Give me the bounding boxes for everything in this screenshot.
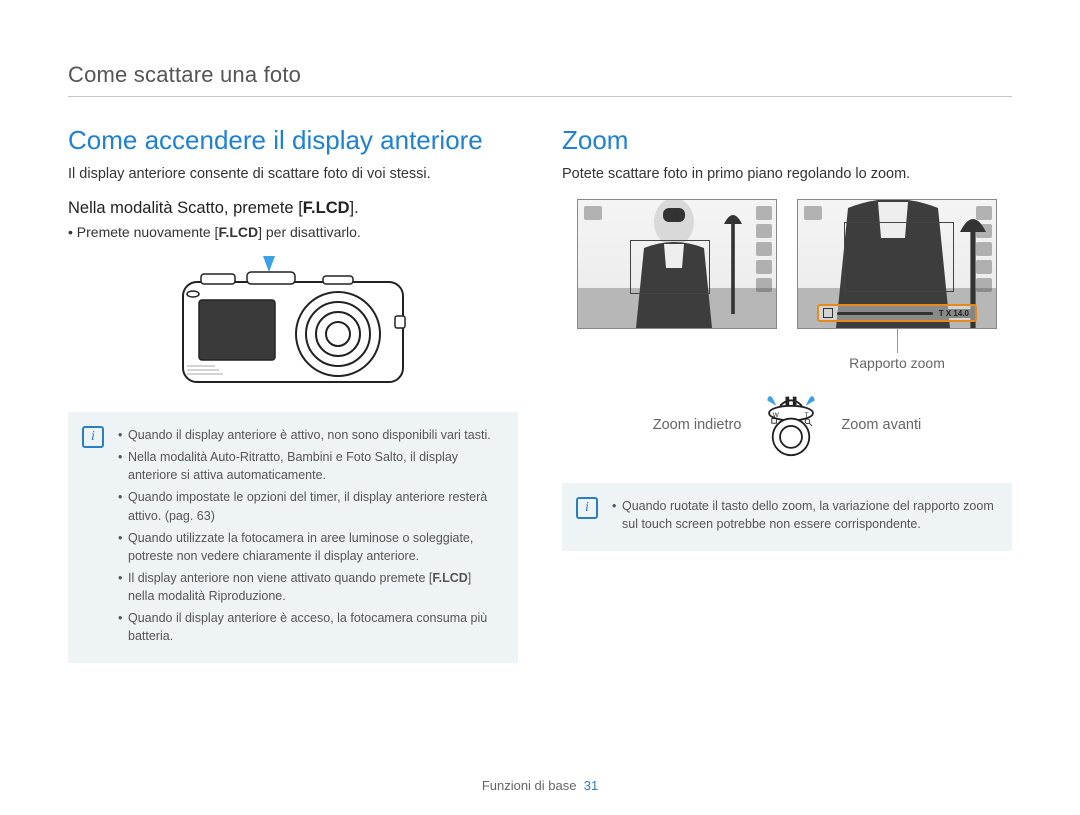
osd-icon bbox=[756, 278, 772, 292]
preview-tele-wrap: T X 14.0 Rapporto zoom bbox=[797, 199, 997, 371]
zoom-bar-track bbox=[837, 312, 933, 315]
footer-page-number: 31 bbox=[584, 778, 598, 793]
right-note-item: Quando ruotate il tasto dello zoom, la v… bbox=[612, 497, 994, 533]
left-section-title: Come accendere il display anteriore bbox=[68, 125, 518, 156]
osd-icon bbox=[756, 260, 772, 274]
left-info-box: i Quando il display anteriore è attivo, … bbox=[68, 412, 518, 663]
page: Come scattare una foto Come accendere il… bbox=[0, 0, 1080, 815]
zoom-out-label: Zoom indietro bbox=[653, 417, 742, 433]
osd-icons bbox=[756, 206, 772, 292]
osd-icons bbox=[976, 206, 992, 292]
header-rule bbox=[68, 96, 1012, 97]
flcd-key-inline: F.LCD bbox=[432, 571, 467, 585]
focus-rectangle bbox=[630, 240, 710, 294]
bullet-suffix: per disattivarlo. bbox=[262, 224, 361, 240]
lamp-icon bbox=[724, 206, 742, 314]
right-section-title: Zoom bbox=[562, 125, 1012, 156]
left-note-item: Quando utilizzate la fotocamera in aree … bbox=[118, 529, 500, 565]
content-columns: Come accendere il display anteriore Il d… bbox=[68, 125, 1012, 663]
camera-svg bbox=[163, 254, 423, 394]
mode-icon bbox=[584, 206, 602, 220]
osd-icon bbox=[756, 224, 772, 238]
mode-icon bbox=[804, 206, 822, 220]
zoom-in-label: Zoom avanti bbox=[841, 417, 921, 433]
breadcrumb: Come scattare una foto bbox=[68, 62, 1012, 88]
left-note-item: Nella modalità Auto-Ritratto, Bambini e … bbox=[118, 448, 500, 484]
zoom-bar-value: T X 14.0 bbox=[937, 309, 971, 318]
shooting-step: Nella modalità Scatto, premete [F.LCD]. bbox=[68, 199, 518, 218]
left-note-item: Il display anteriore non viene attivato … bbox=[118, 569, 500, 605]
left-note-text: Il display anteriore non viene attivato … bbox=[128, 571, 471, 603]
svg-text:T: T bbox=[805, 412, 809, 419]
osd-icon bbox=[976, 242, 992, 256]
info-icon: i bbox=[82, 426, 104, 448]
right-notes-list: Quando ruotate il tasto dello zoom, la v… bbox=[612, 497, 994, 533]
osd-icon bbox=[756, 242, 772, 256]
step-suffix: . bbox=[354, 199, 359, 217]
page-footer: Funzioni di base 31 bbox=[0, 778, 1080, 793]
step-text: Nella modalità Scatto, premete bbox=[68, 199, 298, 217]
zoom-dial-icon: W T bbox=[759, 393, 823, 457]
callout-pointer bbox=[897, 327, 898, 353]
left-note-item: Quando impostate le opzioni del timer, i… bbox=[118, 488, 500, 524]
info-icon: i bbox=[576, 497, 598, 519]
svg-text:W: W bbox=[773, 412, 780, 419]
osd-icon bbox=[976, 260, 992, 274]
down-arrow-icon bbox=[263, 256, 275, 272]
right-column: Zoom Potete scattare foto in primo piano… bbox=[562, 125, 1012, 663]
osd-icon bbox=[976, 278, 992, 292]
zoom-bar-indicator: T X 14.0 bbox=[817, 304, 977, 322]
preview-tele: T X 14.0 bbox=[797, 199, 997, 329]
osd-icon bbox=[976, 206, 992, 220]
camera-illustration bbox=[68, 254, 518, 394]
left-notes-list: Quando il display anteriore è attivo, no… bbox=[118, 426, 500, 645]
focus-rectangle bbox=[844, 222, 954, 292]
flcd-key: F.LCD bbox=[303, 199, 350, 217]
deactivate-bullet: Premete nuovamente [F.LCD] per disattiva… bbox=[68, 224, 518, 240]
preview-wide-wrap bbox=[577, 199, 777, 371]
zoom-bar-box-icon bbox=[823, 308, 833, 318]
footer-section: Funzioni di base bbox=[482, 778, 577, 793]
zoom-ratio-caption: Rapporto zoom bbox=[849, 355, 945, 371]
preview-wide bbox=[577, 199, 777, 329]
zoom-preview-row: T X 14.0 Rapporto zoom bbox=[562, 199, 1012, 371]
flcd-key-again: F.LCD bbox=[218, 224, 258, 240]
left-note-item: Quando il display anteriore è attivo, no… bbox=[118, 426, 500, 444]
left-note-item: Quando il display anteriore è acceso, la… bbox=[118, 609, 500, 645]
osd-icon bbox=[976, 224, 992, 238]
bullet-prefix: Premete nuovamente bbox=[77, 224, 215, 240]
left-column: Come accendere il display anteriore Il d… bbox=[68, 125, 518, 663]
osd-icon bbox=[756, 206, 772, 220]
zoom-dial-row: Zoom indietro W T Zoom avanti bbox=[562, 393, 1012, 457]
right-lead-text: Potete scattare foto in primo piano rego… bbox=[562, 164, 1012, 185]
left-lead-text: Il display anteriore consente di scattar… bbox=[68, 164, 518, 185]
right-info-box: i Quando ruotate il tasto dello zoom, la… bbox=[562, 483, 1012, 551]
